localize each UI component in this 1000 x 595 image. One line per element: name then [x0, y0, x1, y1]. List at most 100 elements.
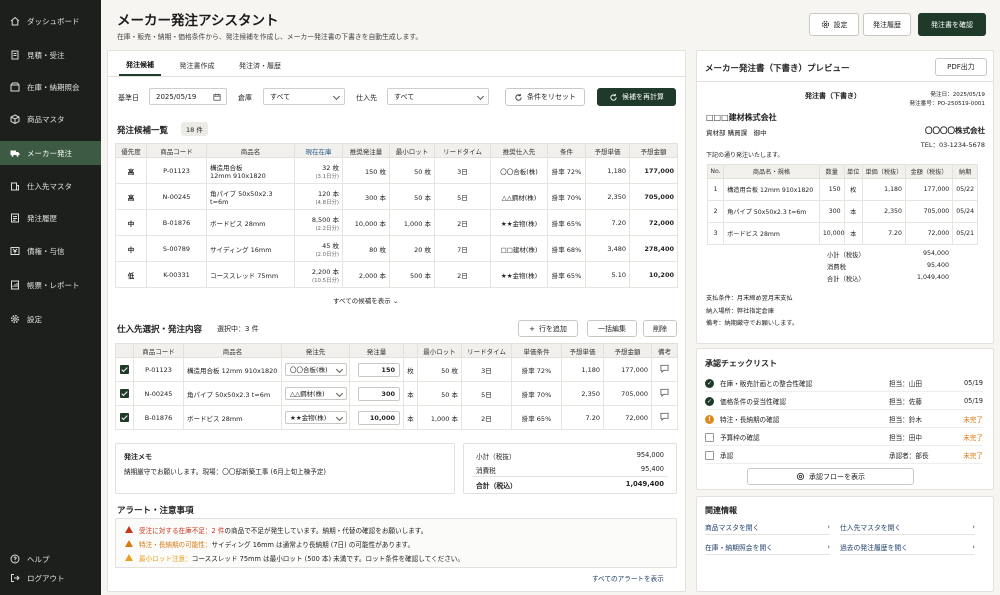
- chevron-right-icon: ›: [972, 542, 975, 551]
- memo-text[interactable]: 納期厳守でお願いします。現場：〇〇邸新築工事 (6月上旬上棟予定): [124, 466, 326, 476]
- tax-label: 消費税: [476, 467, 496, 475]
- table-row[interactable]: B-01876 ボードビス 28mm ★★金物(株) 10,000 本 1,000 本 2日…: [115, 405, 678, 430]
- sidebar-item-quotes[interactable]: 見積・受注: [0, 44, 101, 66]
- item-price: 1,180: [861, 178, 906, 201]
- logout-link[interactable]: ログアウト: [0, 567, 101, 589]
- checklist-item[interactable]: ! 特注・長納期の確認 担当：鈴木 未完了: [705, 411, 983, 428]
- comment-icon[interactable]: [660, 364, 669, 374]
- table-row[interactable]: 低 K-00331 コーススレッド 75mm 2,200 本 (10.5日分) 2,000…: [115, 261, 678, 288]
- stock-days: (4.8日分): [315, 199, 339, 206]
- table-row[interactable]: 高 N-00245 角パイプ 50x50x2.3 t=6m 120 本 (4.8日分) 3…: [115, 183, 678, 210]
- product-code: B-01876: [133, 405, 184, 430]
- sidebar-item-credit[interactable]: 債権・与信: [0, 240, 101, 262]
- recommended-supplier: 〇〇合板(株): [490, 157, 548, 184]
- help-icon: [10, 554, 20, 564]
- quantity-input[interactable]: 10,000: [358, 410, 400, 425]
- link-stock-lookup[interactable]: 在庫・納期照会を開く ›: [705, 539, 830, 555]
- table-row[interactable]: N-00245 角パイプ 50x50x2.3 t=6m △△鋼材(株) 300 本 50 …: [115, 381, 678, 406]
- supplier-select[interactable]: 〇〇合板(株): [285, 363, 347, 376]
- candidates-title: 発注候補一覧: [117, 126, 169, 136]
- link-product-master[interactable]: 商品マスタを開く ›: [705, 519, 830, 535]
- tab-history[interactable]: 発注済・履歴: [233, 56, 287, 76]
- table-row[interactable]: 中 S-00789 サイディング 16mm 45 枚 (2.0日分) 80 枚 20 枚 7日…: [115, 235, 678, 262]
- stock-cell: 120 本 (4.8日分): [294, 183, 343, 210]
- min-lot: 50 本: [417, 381, 462, 406]
- sidebar-item-label: 見積・受注: [27, 50, 65, 60]
- supplier-select[interactable]: すべて: [387, 88, 489, 105]
- tab-create-order[interactable]: 発注書作成: [171, 56, 223, 76]
- price-condition: 掛率 72%: [547, 157, 586, 184]
- price-condition: 掛率 70%: [511, 381, 562, 406]
- unit-price: 7.20: [561, 405, 604, 430]
- sidebar-item-products[interactable]: 商品マスタ: [0, 108, 101, 130]
- doc-from-company: 〇〇〇〇株式会社: [925, 126, 985, 135]
- show-all-candidates-link[interactable]: すべての候補を表示 ⌄: [333, 295, 398, 305]
- related-title: 関連情報: [705, 506, 737, 515]
- supplier-select[interactable]: △△鋼材(株): [285, 387, 347, 400]
- checklist-item[interactable]: 予算枠の確認 担当：田中 未完了: [705, 429, 983, 446]
- sidebar-item-maker-order[interactable]: メーカー発注: [0, 141, 101, 165]
- confirm-order-button[interactable]: 発注書を確認: [918, 13, 986, 36]
- checklist-panel: 承認チェックリスト 承認フローを表示 ✓ 在庫・販売計画との整合性確認 担当：山田 0…: [696, 348, 994, 490]
- comment-icon[interactable]: [660, 412, 669, 422]
- sidebar-item-history[interactable]: 発注履歴: [0, 207, 101, 229]
- warehouse-select[interactable]: すべて: [263, 88, 345, 105]
- unit-price: 1,180: [585, 157, 630, 184]
- item-due: 05/21: [952, 222, 978, 245]
- warning-circle-icon: !: [705, 414, 714, 424]
- sidebar-item-dashboard[interactable]: ダッシュボード: [0, 10, 101, 32]
- base-date-input[interactable]: 2025/05/19: [149, 88, 227, 105]
- preview-title: メーカー発注書（下書き）プレビュー: [705, 64, 850, 74]
- row-checkbox[interactable]: [120, 389, 129, 398]
- quantity-input[interactable]: 150: [358, 362, 400, 377]
- priority-cell: 中: [115, 209, 147, 236]
- delete-button[interactable]: 削除: [643, 320, 677, 337]
- alert-item: 特注・長納期の可能性： サイディング 16mm は通常より長納期 (7日) の可能…: [125, 537, 414, 550]
- checklist-item[interactable]: 承認 承認者：部長 未完了: [705, 447, 983, 464]
- checklist-item[interactable]: ✓ 在庫・販売計画との整合性確認 担当：山田 05/19: [705, 375, 983, 392]
- pdf-export-button[interactable]: PDF出力: [935, 58, 987, 76]
- alerts-box: 受注に対する在庫不足： 2 件の商品で不足が発生しています。納期・代替の確認をお願…: [115, 518, 677, 568]
- amount: 705,000: [603, 381, 652, 406]
- link-order-history[interactable]: 過去の発注履歴を開く ›: [840, 539, 975, 555]
- bulk-edit-button[interactable]: 一括編集: [587, 320, 637, 337]
- settings-button[interactable]: 設定: [809, 13, 859, 36]
- recalculate-button[interactable]: 候補を再計算: [597, 88, 676, 106]
- checklist-item[interactable]: ✓ 価格条件の妥当性確認 担当：佐藤 05/19: [705, 393, 983, 410]
- row-checkbox[interactable]: [120, 365, 129, 374]
- stock-days: (2.2日分): [315, 225, 339, 232]
- gear-icon: [11, 315, 19, 323]
- supplier-select[interactable]: ★★金物(株): [285, 411, 347, 424]
- table-row[interactable]: 高 P-01123 構造用合板 12mm 910x1820 32 枚 (3.1日分) 150…: [115, 157, 678, 184]
- column-header: 単位: [843, 164, 863, 179]
- doc-number: 発注番号：PO-250519-0001: [909, 101, 985, 107]
- table-row[interactable]: P-01123 構造用合板 12mm 910x1820 〇〇合板(株) 150 枚 50 …: [115, 357, 678, 382]
- sidebar-item-settings[interactable]: 設定: [0, 308, 101, 330]
- price-condition: 掛率 65%: [547, 209, 586, 236]
- memo-box: 発注メモ 納期厳守でお願いします。現場：〇〇邸新築工事 (6月上旬上棟予定): [115, 443, 455, 494]
- unchecked-box-icon: [705, 450, 714, 460]
- column-header: 単価条件: [511, 343, 562, 358]
- sidebar-item-stock[interactable]: 在庫・納期照会: [0, 76, 101, 98]
- column-header: 最小ロット: [417, 343, 462, 358]
- approval-flow-button[interactable]: 承認フローを表示: [747, 468, 914, 485]
- table-row[interactable]: 中 B-01876 ボードビス 28mm 8,500 本 (2.2日分) 10,000 本…: [115, 209, 678, 236]
- history-button[interactable]: 発注履歴: [863, 13, 911, 36]
- amount: 177,000: [603, 357, 652, 382]
- sidebar-item-suppliers[interactable]: 仕入先マスタ: [0, 175, 101, 197]
- chevron-down-icon: [476, 92, 485, 100]
- gear-icon: [821, 20, 829, 29]
- link-supplier-master[interactable]: 仕入先マスタを開く ›: [840, 519, 975, 535]
- tab-candidates[interactable]: 発注候補: [119, 56, 161, 76]
- show-all-alerts-link[interactable]: すべてのアラートを表示: [592, 573, 664, 583]
- row-no: 3: [706, 222, 725, 245]
- row-checkbox[interactable]: [120, 413, 129, 422]
- main-area: メーカー発注アシスタント 在庫・販売・納期・価格条件から、発注候補を作成し、メー…: [101, 0, 1000, 595]
- add-row-button[interactable]: + 行を追加: [518, 320, 578, 337]
- sidebar-item-reports[interactable]: 帳票・レポート: [0, 274, 101, 296]
- sidebar-item-label: 商品マスタ: [27, 114, 65, 124]
- calendar-icon[interactable]: [213, 93, 221, 101]
- comment-icon[interactable]: [660, 388, 669, 398]
- reset-filters-button[interactable]: 条件をリセット: [505, 88, 585, 106]
- quantity-input[interactable]: 300: [358, 386, 400, 401]
